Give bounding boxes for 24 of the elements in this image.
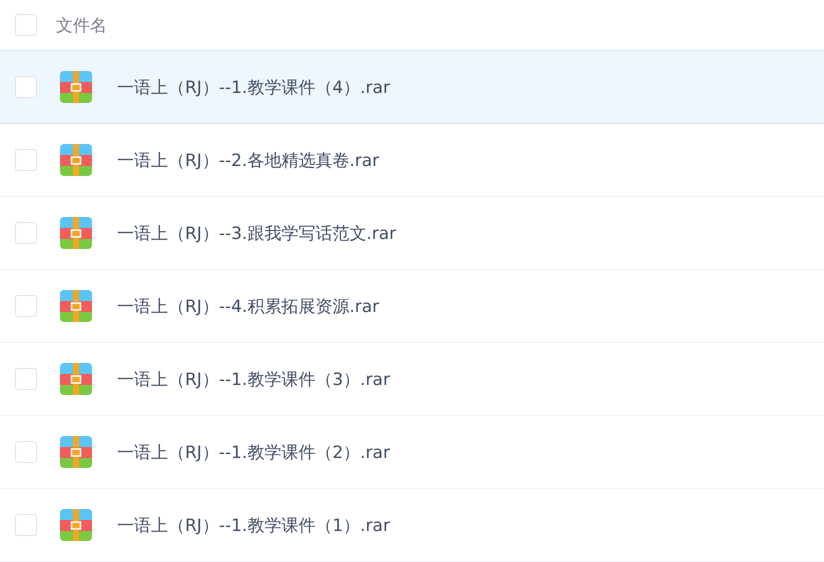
row-checkbox[interactable]: [15, 368, 37, 390]
file-row[interactable]: 一语上（RJ）--1.教学课件（4）.rar: [0, 51, 824, 124]
archive-icon: [60, 144, 92, 176]
file-name[interactable]: 一语上（RJ）--1.教学课件（3）.rar: [117, 368, 390, 390]
archive-icon: [60, 71, 92, 103]
row-checkbox[interactable]: [15, 514, 37, 536]
file-name[interactable]: 一语上（RJ）--4.积累拓展资源.rar: [117, 294, 380, 318]
file-name[interactable]: 一语上（RJ）--2.各地精选真卷.rar: [117, 148, 380, 172]
row-checkbox[interactable]: [15, 441, 37, 463]
archive-icon: [60, 436, 92, 468]
row-checkbox[interactable]: [15, 222, 37, 244]
file-name[interactable]: 一语上（RJ）--1.教学课件（1）.rar: [117, 514, 390, 536]
file-name[interactable]: 一语上（RJ）--1.教学课件（4）.rar: [117, 76, 390, 98]
file-name[interactable]: 一语上（RJ）--1.教学课件（2）.rar: [117, 440, 390, 464]
row-checkbox[interactable]: [15, 76, 37, 98]
archive-icon: [60, 290, 92, 322]
archive-icon: [60, 217, 92, 249]
archive-icon: [60, 363, 92, 395]
row-checkbox[interactable]: [15, 149, 37, 171]
archive-icon: [60, 509, 92, 541]
row-checkbox[interactable]: [15, 295, 37, 317]
file-name[interactable]: 一语上（RJ）--3.跟我学写话范文.rar: [117, 222, 396, 244]
select-all-checkbox[interactable]: [15, 14, 37, 36]
column-header[interactable]: 文件名: [56, 14, 107, 36]
